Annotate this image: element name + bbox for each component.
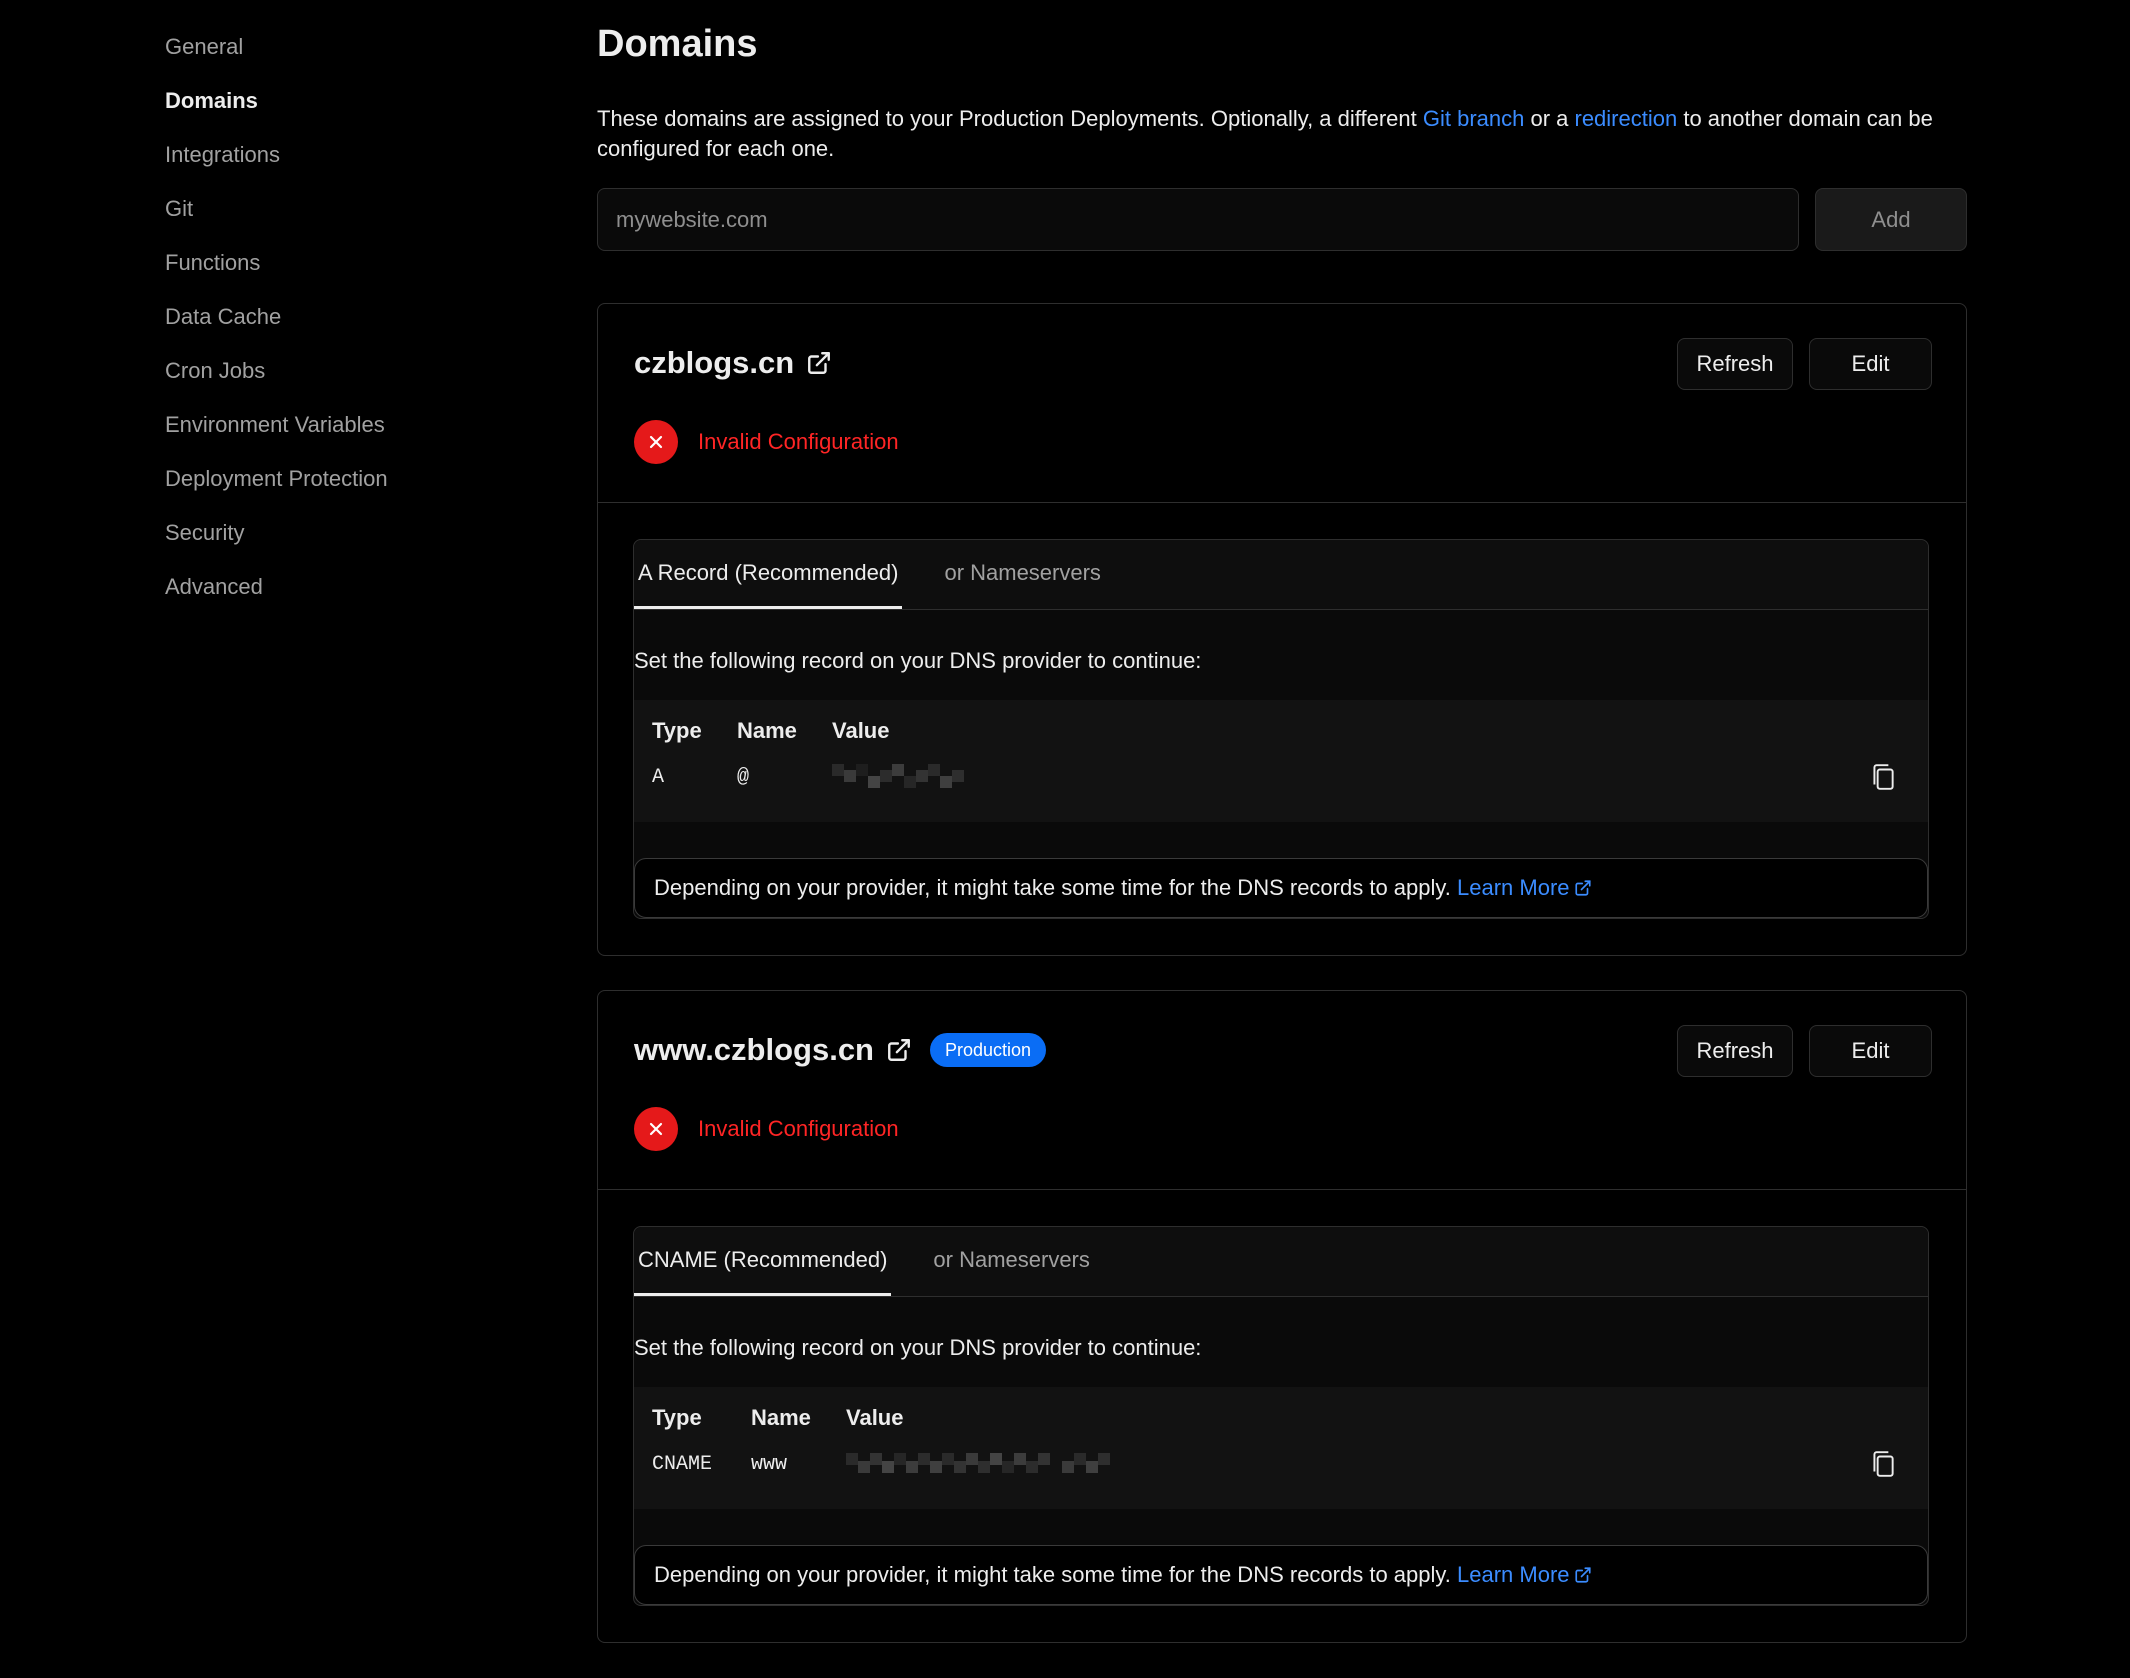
sidebar-item-security[interactable]: Security <box>165 514 525 568</box>
sidebar-item-domains[interactable]: Domains <box>165 82 525 136</box>
sidebar-item-functions[interactable]: Functions <box>165 244 525 298</box>
sidebar-item-cron-jobs[interactable]: Cron Jobs <box>165 352 525 406</box>
dns-instruction-text: Set the following record on your DNS pro… <box>634 648 1202 673</box>
dns-instructions: A Record (Recommended) or Nameservers Se… <box>598 503 1966 955</box>
copy-icon[interactable] <box>1870 1449 1896 1479</box>
domain-card: www.czblogs.cn Production Refresh Edit I… <box>597 990 1967 1643</box>
external-link-icon <box>1574 880 1591 896</box>
redirection-link[interactable]: redirection <box>1575 106 1678 131</box>
status-row: Invalid Configuration <box>634 1107 1930 1151</box>
domains-main: Domains These domains are assigned to yo… <box>597 20 1967 1643</box>
sidebar-item-general[interactable]: General <box>165 28 525 82</box>
dns-instructions: CNAME (Recommended) or Nameservers Set t… <box>598 1190 1966 1642</box>
column-value: Value <box>832 718 890 743</box>
sidebar-item-environment-variables[interactable]: Environment Variables <box>165 406 525 460</box>
learn-more-label[interactable]: Learn More <box>1457 1562 1570 1587</box>
record-value-redacted <box>832 762 1910 792</box>
add-domain-button[interactable]: Add <box>1815 188 1967 251</box>
propagation-note: Depending on your provider, it might tak… <box>634 1545 1928 1605</box>
column-name: Name <box>751 1405 811 1430</box>
status-text: Invalid Configuration <box>698 1116 899 1141</box>
add-domain-form: Add <box>597 188 1967 251</box>
git-branch-link[interactable]: Git branch <box>1423 106 1525 131</box>
domain-card-header: www.czblogs.cn Production Refresh Edit I… <box>598 991 1966 1190</box>
dns-tabs: CNAME (Recommended) or Nameservers <box>634 1227 1928 1297</box>
settings-sidebar: General Domains Integrations Git Functio… <box>165 28 525 622</box>
sidebar-item-deployment-protection[interactable]: Deployment Protection <box>165 460 525 514</box>
column-type: Type <box>652 1405 702 1430</box>
sidebar-item-data-cache[interactable]: Data Cache <box>165 298 525 352</box>
learn-more-label[interactable]: Learn More <box>1457 875 1570 900</box>
sidebar-item-advanced[interactable]: Advanced <box>165 568 525 622</box>
sidebar-item-git[interactable]: Git <box>165 190 525 244</box>
dns-record: Type Name Value A @ <box>634 700 1928 822</box>
tab-nameservers[interactable]: or Nameservers <box>929 1227 1093 1296</box>
tab-cname[interactable]: CNAME (Recommended) <box>634 1227 892 1296</box>
domain-card: czblogs.cn Refresh Edit Invalid Configur… <box>597 303 1967 956</box>
dns-panel: A Record (Recommended) or Nameservers Se… <box>633 539 1929 919</box>
production-badge: Production <box>930 1033 1047 1067</box>
domain-name[interactable]: czblogs.cn <box>634 345 794 381</box>
edit-button[interactable]: Edit <box>1809 1025 1932 1077</box>
note-text: Depending on your provider, it might tak… <box>654 1562 1451 1587</box>
domain-input[interactable] <box>597 188 1799 251</box>
record-type: A <box>652 765 665 789</box>
dns-panel: CNAME (Recommended) or Nameservers Set t… <box>633 1226 1929 1606</box>
dns-tabs: A Record (Recommended) or Nameservers <box>634 540 1928 610</box>
learn-more-link[interactable]: Learn More <box>1457 875 1592 900</box>
domain-name[interactable]: www.czblogs.cn <box>634 1032 874 1068</box>
intro-text-start: These domains are assigned to your Produ… <box>597 106 1423 131</box>
external-link-icon[interactable] <box>806 350 832 376</box>
refresh-button[interactable]: Refresh <box>1677 338 1793 390</box>
propagation-note: Depending on your provider, it might tak… <box>634 858 1928 918</box>
learn-more-link[interactable]: Learn More <box>1457 1562 1592 1587</box>
sidebar-item-integrations[interactable]: Integrations <box>165 136 525 190</box>
dns-record: Type Name Value CNAME www <box>634 1387 1928 1509</box>
column-value: Value <box>846 1405 904 1430</box>
tab-nameservers[interactable]: or Nameservers <box>940 540 1104 609</box>
domain-card-header: czblogs.cn Refresh Edit Invalid Configur… <box>598 304 1966 503</box>
status-row: Invalid Configuration <box>634 420 1930 464</box>
page-title: Domains <box>597 23 758 65</box>
error-x-icon <box>634 420 678 464</box>
edit-button[interactable]: Edit <box>1809 338 1932 390</box>
record-name: @ <box>737 765 750 789</box>
column-type: Type <box>652 718 702 743</box>
external-link-icon <box>1574 1567 1591 1583</box>
intro-text-mid: or a <box>1524 106 1575 131</box>
record-name: www <box>751 1452 788 1476</box>
column-name: Name <box>737 718 797 743</box>
status-text: Invalid Configuration <box>698 429 899 454</box>
note-text: Depending on your provider, it might tak… <box>654 875 1451 900</box>
refresh-button[interactable]: Refresh <box>1677 1025 1793 1077</box>
external-link-icon[interactable] <box>886 1037 912 1063</box>
copy-icon[interactable] <box>1870 762 1896 792</box>
record-value-redacted <box>846 1449 1910 1479</box>
tab-a-record[interactable]: A Record (Recommended) <box>634 540 903 609</box>
dns-instruction-text: Set the following record on your DNS pro… <box>634 1335 1202 1360</box>
error-x-icon <box>634 1107 678 1151</box>
record-type: CNAME <box>652 1452 713 1476</box>
page-description: These domains are assigned to your Produ… <box>597 104 1977 164</box>
